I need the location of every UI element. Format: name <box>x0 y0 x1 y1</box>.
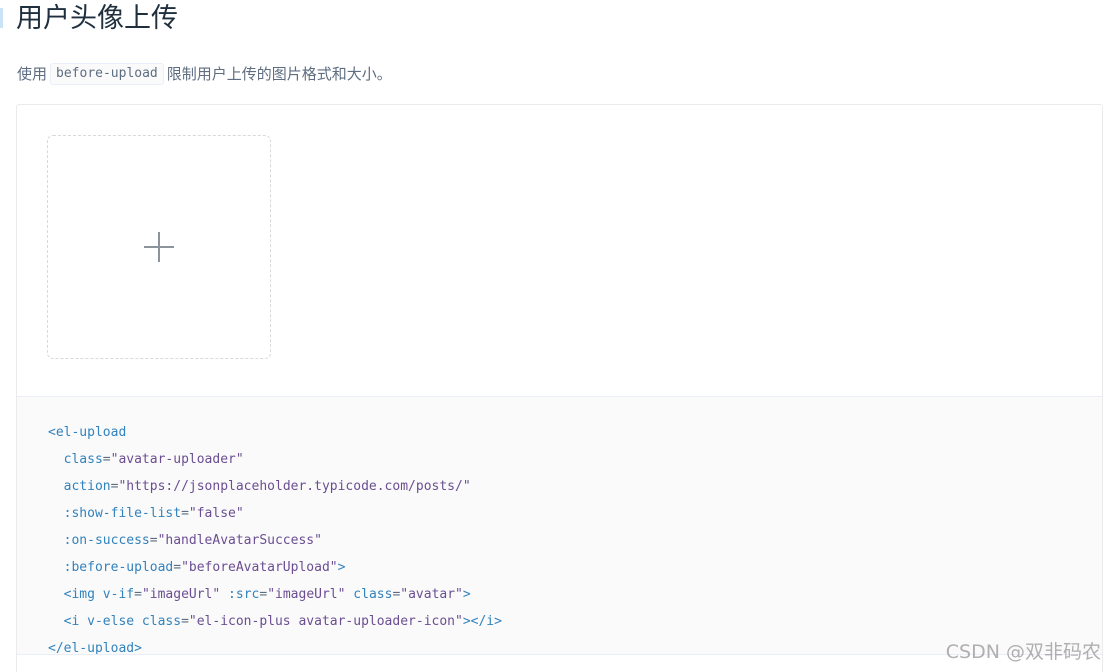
code-line: :before-upload="beforeAvatarUpload"> <box>48 554 502 581</box>
code-token: > <box>337 560 346 575</box>
code-line: :show-file-list="false" <box>48 500 502 527</box>
code-token: > <box>462 587 471 602</box>
code-line: <el-upload <box>48 419 502 446</box>
code-token: "false" <box>188 506 244 521</box>
code-token: "el-icon-plus avatar-uploader-icon" <box>188 614 463 629</box>
code-token: = <box>173 560 182 575</box>
code-panel: <el-upload class="avatar-uploader" actio… <box>17 396 1102 656</box>
description-prefix: 使用 <box>17 65 48 83</box>
code-token: :show-file-list <box>48 506 182 521</box>
code-token: :on-success <box>48 533 150 548</box>
avatar-upload-button[interactable] <box>47 135 271 359</box>
code-token: v-else class <box>79 614 182 629</box>
code-line: <img v-if="imageUrl" :src="imageUrl" cla… <box>48 581 502 608</box>
code-token: = <box>259 587 268 602</box>
title-accent-bar <box>0 8 3 28</box>
code-token: <i <box>48 614 80 629</box>
code-token: = <box>149 533 158 548</box>
code-token: <el-upload <box>48 425 127 440</box>
code-token: :before-upload <box>48 560 174 575</box>
demo-preview <box>17 105 1102 396</box>
code-token: ></i> <box>462 614 502 629</box>
page-title: 用户头像上传 <box>16 3 178 34</box>
code-token: "avatar-uploader" <box>110 452 244 467</box>
code-line: class="avatar-uploader" <box>48 446 502 473</box>
section-description: 使用 before-upload 限制用户上传的图片格式和大小。 <box>17 63 392 85</box>
description-suffix: 限制用户上传的图片格式和大小。 <box>166 65 392 83</box>
code-token: action <box>48 479 111 494</box>
watermark: CSDN @双非码农 <box>945 641 1101 663</box>
code-token: = <box>134 587 142 602</box>
code-token: class <box>48 452 103 467</box>
code-token: = <box>181 506 189 521</box>
code-token: <img <box>48 587 95 602</box>
code-token: = <box>102 452 111 467</box>
demo-block: <el-upload class="avatar-uploader" actio… <box>16 104 1103 672</box>
code-token: "imageUrl" <box>267 587 346 602</box>
code-token: "beforeAvatarUpload" <box>181 560 338 575</box>
code-line: <i v-else class="el-icon-plus avatar-upl… <box>48 608 502 635</box>
plus-icon <box>144 232 174 262</box>
code-token: class <box>345 587 393 602</box>
code-token: "imageUrl" <box>141 587 221 602</box>
code-block: <el-upload class="avatar-uploader" actio… <box>48 419 502 662</box>
inline-code-before-upload: before-upload <box>50 63 164 85</box>
code-token: v-if <box>94 587 135 602</box>
code-token: :src <box>220 587 260 602</box>
code-line: action="https://jsonplaceholder.typicode… <box>48 473 502 500</box>
demo-control-bar[interactable] <box>17 654 1102 672</box>
code-token: "handleAvatarSuccess" <box>157 533 322 548</box>
code-token: "https://jsonplaceholder.typicode.com/po… <box>118 479 471 494</box>
code-token: "avatar" <box>400 587 463 602</box>
code-line: :on-success="handleAvatarSuccess" <box>48 527 502 554</box>
code-token: = <box>181 614 189 629</box>
